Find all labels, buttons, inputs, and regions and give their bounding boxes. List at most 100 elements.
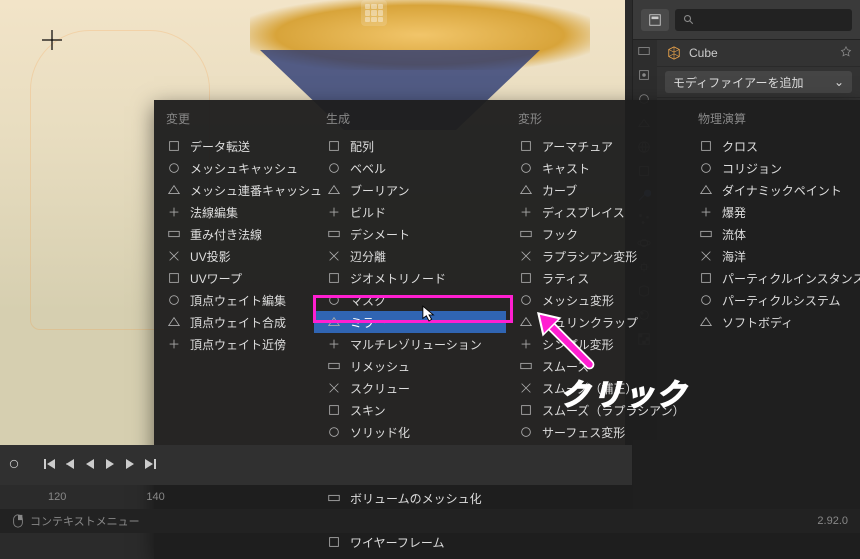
- modifier-item-label: アーマチュア: [542, 138, 613, 155]
- modifier-item[interactable]: 海洋: [686, 245, 860, 267]
- modifier-item-icon: [166, 314, 182, 330]
- modifier-item[interactable]: ビルド: [314, 201, 506, 223]
- keying-dropdown[interactable]: [8, 458, 22, 472]
- modifier-item[interactable]: デシメート: [314, 223, 506, 245]
- modifier-item[interactable]: スムーズ: [506, 355, 686, 377]
- modifier-item[interactable]: 法線編集: [154, 201, 314, 223]
- modifier-item-icon: [518, 226, 534, 242]
- timeline[interactable]: [0, 445, 632, 485]
- add-modifier-dropdown[interactable]: モディファイアーを追加 ⌄: [665, 71, 852, 93]
- modifier-item[interactable]: パーティクルインスタンス: [686, 267, 860, 289]
- modifier-item[interactable]: ブーリアン: [314, 179, 506, 201]
- modifier-item-label: 配列: [350, 138, 374, 155]
- modifier-item[interactable]: ソリッド化: [314, 421, 506, 443]
- viewport-grid-icon[interactable]: [361, 0, 387, 26]
- modifier-item-icon: [698, 182, 714, 198]
- modifier-item-label: UVワープ: [190, 270, 242, 287]
- modifier-item[interactable]: スムーズ（ラプラシアン）: [506, 399, 686, 421]
- modifier-item[interactable]: ジオメトリノード: [314, 267, 506, 289]
- modifier-item-icon: [518, 336, 534, 352]
- modifier-item[interactable]: 重み付き法線: [154, 223, 314, 245]
- modifier-item[interactable]: シンプル変形: [506, 333, 686, 355]
- output-tab-icon[interactable]: [637, 68, 653, 84]
- modifier-item[interactable]: フック: [506, 223, 686, 245]
- modifier-item[interactable]: メッシュキャッシュ: [154, 157, 314, 179]
- status-bar: コンテキストメニュー 2.92.0: [0, 509, 860, 533]
- modifier-item[interactable]: ソフトボディ: [686, 311, 860, 333]
- modifier-item[interactable]: 頂点ウェイト編集: [154, 289, 314, 311]
- modifier-item[interactable]: メッシュ変形: [506, 289, 686, 311]
- jump-to-end-icon[interactable]: [144, 458, 158, 472]
- modifier-item[interactable]: ワイヤーフレーム: [314, 531, 506, 553]
- context-menu-label: コンテキストメニュー: [30, 513, 140, 529]
- modifier-item[interactable]: 頂点ウェイト近傍: [154, 333, 314, 355]
- search-input[interactable]: [675, 9, 852, 31]
- modifier-item[interactable]: 辺分離: [314, 245, 506, 267]
- modifier-item[interactable]: 爆発: [686, 201, 860, 223]
- pin-icon[interactable]: [840, 46, 852, 61]
- editor-type-dropdown[interactable]: [641, 9, 669, 31]
- timeline-frame-numbers: 120 140: [0, 491, 632, 503]
- modifier-item-label: 重み付き法線: [190, 226, 262, 243]
- modifier-item[interactable]: ディスプレイス: [506, 201, 686, 223]
- jump-prev-key-icon[interactable]: [64, 458, 78, 472]
- modifier-item[interactable]: メッシュ連番キャッシュ: [154, 179, 314, 201]
- modifier-item[interactable]: UVワープ: [154, 267, 314, 289]
- modifier-item-label: ミラー: [350, 314, 386, 331]
- modifier-item-icon: [326, 402, 342, 418]
- modifier-item[interactable]: 配列: [314, 135, 506, 157]
- modifier-item-icon: [518, 380, 534, 396]
- modifier-item[interactable]: パーティクルシステム: [686, 289, 860, 311]
- play-reverse-icon[interactable]: [84, 458, 98, 472]
- modifier-item-icon: [166, 138, 182, 154]
- modifier-item-label: マルチレゾリューション: [350, 336, 482, 353]
- modifier-item-icon: [518, 314, 534, 330]
- modifier-item[interactable]: ベベル: [314, 157, 506, 179]
- modifier-item[interactable]: リメッシュ: [314, 355, 506, 377]
- modifier-item[interactable]: スクリュー: [314, 377, 506, 399]
- modifier-item-icon: [166, 270, 182, 286]
- modifier-item[interactable]: シュリンクラップ: [506, 311, 686, 333]
- modifier-item[interactable]: 頂点ウェイト合成: [154, 311, 314, 333]
- modifier-item-icon: [518, 204, 534, 220]
- modifier-item-label: スムーズ: [542, 358, 589, 375]
- modifier-item[interactable]: 流体: [686, 223, 860, 245]
- frame-label: 140: [146, 491, 164, 503]
- modifier-item-icon: [166, 336, 182, 352]
- modifier-item-label: クロス: [722, 138, 758, 155]
- frame-label: 120: [48, 491, 66, 503]
- modifier-item-label: 爆発: [722, 204, 746, 221]
- jump-next-key-icon[interactable]: [124, 458, 138, 472]
- modifier-item[interactable]: データ転送: [154, 135, 314, 157]
- modifier-item[interactable]: ラプラシアン変形: [506, 245, 686, 267]
- modifier-item[interactable]: ミラー: [314, 311, 506, 333]
- modifier-item-label: カーブ: [542, 182, 577, 199]
- modifier-item-label: スキン: [350, 402, 386, 419]
- modifier-item[interactable]: コリジョン: [686, 157, 860, 179]
- modifier-item[interactable]: スキン: [314, 399, 506, 421]
- modify-header: 変更: [154, 106, 314, 135]
- modifier-item[interactable]: キャスト: [506, 157, 686, 179]
- render-tab-icon[interactable]: [637, 44, 653, 60]
- modifier-item-icon: [166, 226, 182, 242]
- modifier-item-icon: [326, 314, 342, 330]
- modifier-item[interactable]: ラティス: [506, 267, 686, 289]
- modifier-item[interactable]: スムーズ（補正）: [506, 377, 686, 399]
- modifier-item-label: フック: [542, 226, 578, 243]
- modifier-item[interactable]: アーマチュア: [506, 135, 686, 157]
- play-icon[interactable]: [104, 458, 118, 472]
- modifier-item[interactable]: UV投影: [154, 245, 314, 267]
- modifier-item[interactable]: マルチレゾリューション: [314, 333, 506, 355]
- modifier-item-icon: [518, 160, 534, 176]
- modifier-item-icon: [518, 182, 534, 198]
- modifier-item[interactable]: ダイナミックペイント: [686, 179, 860, 201]
- jump-to-start-icon[interactable]: [44, 458, 58, 472]
- modifier-item[interactable]: マスク: [314, 289, 506, 311]
- modifier-item[interactable]: クロス: [686, 135, 860, 157]
- modifier-item-icon: [698, 226, 714, 242]
- modifier-item-icon: [698, 270, 714, 286]
- modifier-item-label: 頂点ウェイト近傍: [190, 336, 286, 353]
- modifier-item[interactable]: カーブ: [506, 179, 686, 201]
- modifier-item[interactable]: サーフェス変形: [506, 421, 686, 443]
- modifier-item-icon: [326, 424, 342, 440]
